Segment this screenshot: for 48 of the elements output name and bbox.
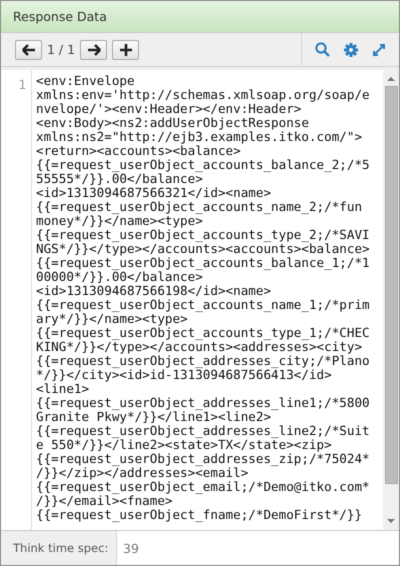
code-line: /}}</email><fname> [36, 494, 172, 508]
code-line: {{=request_userObject_accounts_name_2;/*fun [36, 200, 362, 214]
code-line: {{=request_userObject_addresses_zip;/*75024* [36, 452, 370, 466]
code-line: 55555*/}}.00</balance> [36, 172, 203, 186]
code-line: {{=request_userObject_accounts_balance_2;/*5 [36, 158, 370, 172]
code-line: 00000*/}}.00</balance> [36, 270, 203, 284]
next-button[interactable] [80, 40, 108, 60]
code-line: {{=request_userObject_addresses_city;/*Plano [36, 354, 370, 368]
code-line: <id>1313094687566321</id><name> [36, 186, 272, 200]
code-line: e 550*/}}</line2><state>TX</state><zip> [36, 438, 332, 452]
code-line: Granite Pkwy*/}}</line1><line2> [36, 410, 272, 424]
previous-button[interactable] [15, 40, 42, 60]
arrow-right-icon [86, 44, 101, 56]
arrow-left-icon [22, 44, 36, 56]
code-line: nvelope/'><env:Header></env:Header> [36, 102, 302, 116]
add-button[interactable] [112, 40, 140, 60]
code-line: {{=request_userObject_accounts_name_1;/*prim [36, 298, 370, 312]
panel-title: Response Data [13, 9, 107, 24]
code-line: <id>1313094687566198</id><name> [36, 284, 272, 298]
code-line: {{=request_userObject_accounts_type_1;/*CHEC [36, 326, 370, 340]
code-line: ary*/}}</name><type> [36, 312, 188, 326]
code-line: <return><accounts><balance> [36, 144, 241, 158]
code-line: /}}</zip></addresses><email> [36, 466, 248, 480]
code-line: {{=request_userObject_fname;/*DemoFirst*/}} [36, 508, 362, 522]
scrollbar[interactable] [383, 70, 399, 530]
code-line: xmlns:ns2="http://ejb3.examples.itko.com/"> [36, 130, 362, 144]
code-line: <env:Body><ns2:addUserObjectResponse [36, 116, 309, 130]
think-time-field[interactable]: 39 [117, 531, 399, 565]
search-icon[interactable] [315, 42, 330, 57]
code-line: {{=request_userObject_addresses_line1;/*5800 [36, 396, 370, 410]
expand-icon[interactable] [372, 42, 386, 56]
code-line: <line1> [36, 382, 90, 396]
code-line: */}}</city><id>id-1313094687566413</id> [36, 368, 332, 382]
code-line: NGS*/}}</type></accounts><accounts><balance> [36, 242, 370, 256]
scroll-up-icon[interactable] [387, 76, 395, 82]
line-number: 1 [18, 77, 26, 92]
code-line: xmlns:env='http://schemas.xmlsoap.org/soap/e [36, 88, 370, 102]
settings-icon[interactable] [344, 42, 358, 56]
plus-icon [120, 44, 132, 56]
code-line: KING*/}}</type></accounts><addresses><city> [36, 340, 362, 354]
code-line: {{=request_userObject_accounts_balance_1;/*1 [36, 256, 370, 270]
code-line: money*/}}</name><type> [36, 214, 203, 228]
code-line: <env:Envelope [36, 74, 135, 88]
scroll-down-icon[interactable] [387, 518, 395, 524]
code-line: {{=request_userObject_accounts_type_2;/*SAVI [36, 228, 370, 242]
page-indicator: 1 / 1 [46, 42, 76, 57]
code-line: {{=request_userObject_email;/*Demo@itko.com* [36, 480, 370, 494]
code-line: {{=request_userObject_addresses_line2;/*Suit [36, 424, 370, 438]
